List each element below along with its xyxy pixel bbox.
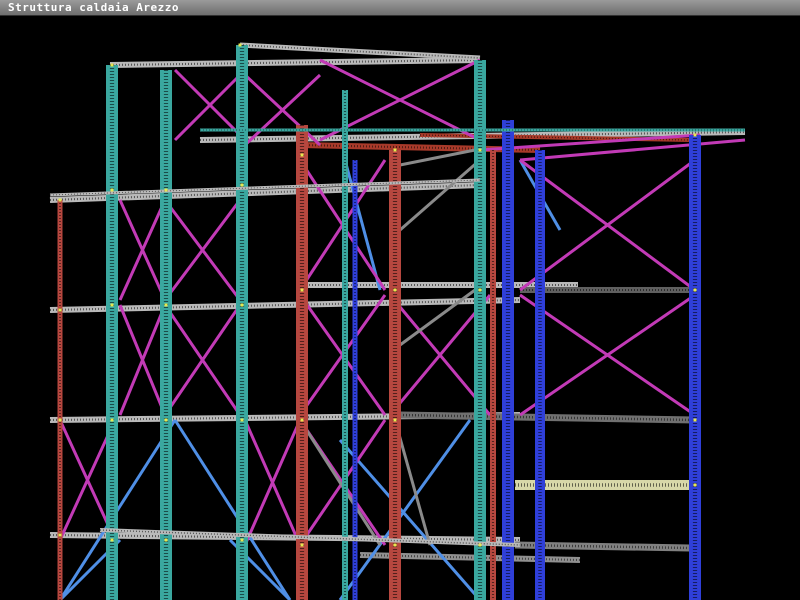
node-marker-icon <box>238 43 242 47</box>
node-marker-icon <box>164 188 168 192</box>
node-marker-icon <box>240 418 244 422</box>
node-marker-icon <box>300 418 304 422</box>
node-marker-icon <box>240 303 244 307</box>
brace-grey <box>399 158 481 232</box>
node-marker-icon <box>393 288 397 292</box>
node-marker-icon <box>110 188 114 192</box>
node-marker-icon <box>478 148 482 152</box>
node-marker-icon <box>693 288 697 292</box>
brace-grey <box>399 288 476 347</box>
brace-blue <box>173 419 292 600</box>
brace-blue <box>338 439 482 600</box>
node-marker-icon <box>58 308 62 312</box>
node-marker-icon <box>393 543 397 547</box>
node-marker-icon <box>164 418 168 422</box>
node-marker-icon <box>110 538 114 542</box>
application-window: Struttura caldaia Arezzo <box>0 0 800 600</box>
node-marker-icon <box>58 198 62 202</box>
brace-grey <box>399 148 476 167</box>
node-marker-icon <box>393 148 397 152</box>
node-marker-icon <box>693 483 697 487</box>
brace-magenta <box>519 138 746 162</box>
node-marker-icon <box>300 153 304 157</box>
node-marker-icon <box>58 533 62 537</box>
roof-beam <box>109 57 481 68</box>
steel-structure-model <box>49 42 746 600</box>
node-marker-icon <box>300 288 304 292</box>
window-title: Struttura caldaia Arezzo <box>8 1 179 14</box>
node-marker-icon <box>240 538 244 542</box>
node-marker-icon <box>693 418 697 422</box>
node-marker-icon <box>58 418 62 422</box>
node-marker-icon <box>164 538 168 542</box>
node-marker-icon <box>393 418 397 422</box>
node-marker-icon <box>164 303 168 307</box>
node-marker-icon <box>110 418 114 422</box>
brace-blue <box>343 159 382 291</box>
node-marker-icon <box>110 63 114 67</box>
node-marker-icon <box>478 288 482 292</box>
node-marker-icon <box>240 183 244 187</box>
node-marker-icon <box>300 543 304 547</box>
node-marker-icon <box>110 303 114 307</box>
node-marker-icon <box>693 133 697 137</box>
structure-viewport[interactable] <box>0 16 800 600</box>
title-bar: Struttura caldaia Arezzo <box>0 0 800 16</box>
node-marker-icon <box>478 543 482 547</box>
